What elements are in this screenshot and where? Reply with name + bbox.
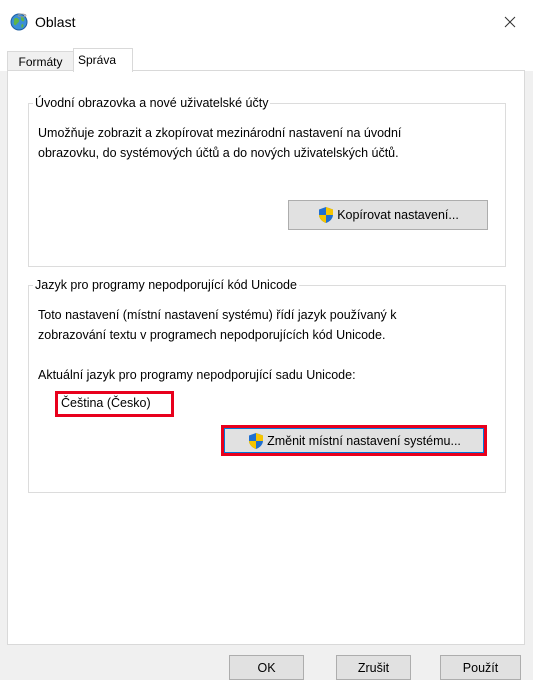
window-title: Oblast — [35, 14, 76, 30]
welcome-screen-group: Úvodní obrazovka a nové uživatelské účty… — [28, 95, 506, 267]
welcome-screen-description-line1: Umožňuje zobrazit a zkopírovat mezinárod… — [38, 126, 402, 140]
tab-formats[interactable]: Formáty — [7, 51, 74, 71]
welcome-screen-description-line2: obrazovku, do systémových účtů a do nový… — [38, 146, 399, 160]
region-dialog: Oblast Formáty Správa Úvodní obrazovka a… — [0, 0, 533, 680]
current-language-value: Čeština (Česko) — [61, 396, 151, 410]
close-icon — [504, 16, 516, 28]
copy-settings-button[interactable]: Kopírovat nastavení... — [288, 200, 488, 230]
uac-shield-icon — [249, 432, 264, 449]
non-unicode-description-line2: zobrazování textu v programech nepodporu… — [38, 328, 386, 342]
current-language-label: Aktuální jazyk pro programy nepodporujíc… — [38, 368, 356, 382]
cancel-button[interactable]: Zrušit — [336, 655, 411, 680]
copy-settings-label: Kopírovat nastavení... — [337, 208, 459, 222]
non-unicode-group: Jazyk pro programy nepodporující kód Uni… — [28, 277, 506, 493]
close-button[interactable] — [487, 0, 533, 44]
ok-button[interactable]: OK — [229, 655, 304, 680]
apply-button[interactable]: Použít — [440, 655, 521, 680]
change-system-locale-label: Změnit místní nastavení systému... — [267, 433, 461, 448]
title-bar: Oblast — [0, 0, 533, 44]
change-system-locale-button[interactable]: Změnit místní nastavení systému... — [224, 428, 484, 453]
tab-administrative[interactable]: Správa — [73, 48, 133, 72]
welcome-screen-group-title: Úvodní obrazovka a nové uživatelské účty — [33, 95, 271, 111]
tab-strip: Formáty Správa — [0, 44, 533, 72]
tab-page-administrative: Úvodní obrazovka a nové uživatelské účty… — [7, 70, 525, 645]
non-unicode-description-line1: Toto nastavení (místní nastavení systému… — [38, 308, 397, 322]
uac-shield-icon — [319, 207, 334, 223]
non-unicode-group-title: Jazyk pro programy nepodporující kód Uni… — [33, 277, 299, 293]
globe-icon — [10, 13, 28, 31]
